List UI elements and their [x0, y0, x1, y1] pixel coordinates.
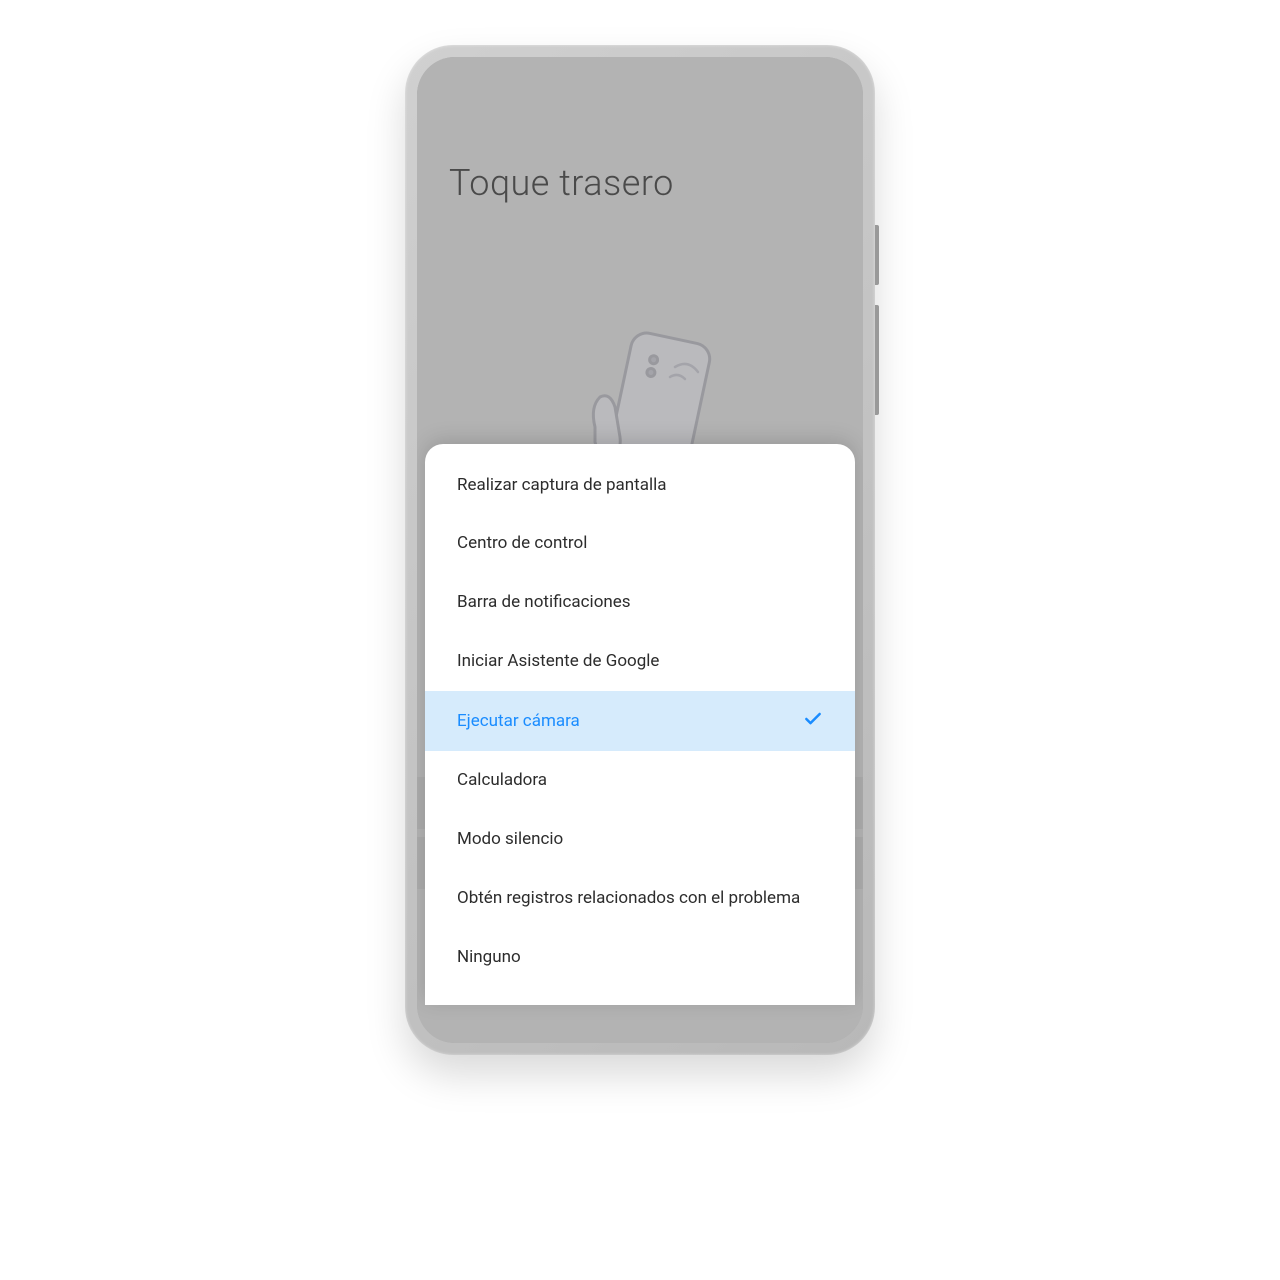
option-calculator[interactable]: Calculadora: [425, 751, 855, 810]
option-label: Realizar captura de pantalla: [457, 474, 667, 497]
phone-screen: Toque trasero Rea: [417, 57, 863, 1043]
settings-page: Toque trasero Rea: [417, 57, 863, 1043]
option-label: Calculadora: [457, 769, 547, 792]
phone-side-button: [875, 305, 879, 415]
option-none[interactable]: Ninguno: [425, 928, 855, 987]
modal-overlay: Realizar captura de pantalla Centro de c…: [417, 57, 863, 1043]
option-get-logs[interactable]: Obtén registros relacionados con el prob…: [425, 869, 855, 928]
phone-side-button: [875, 225, 879, 285]
option-label: Modo silencio: [457, 828, 563, 851]
action-picker-sheet: Realizar captura de pantalla Centro de c…: [425, 444, 855, 1006]
option-label: Obtén registros relacionados con el prob…: [457, 887, 800, 910]
phone-frame: Toque trasero Rea: [405, 45, 875, 1055]
option-camera[interactable]: Ejecutar cámara: [425, 691, 855, 751]
option-silent-mode[interactable]: Modo silencio: [425, 810, 855, 869]
checkmark-icon: [803, 709, 823, 733]
option-screenshot[interactable]: Realizar captura de pantalla: [425, 456, 855, 515]
option-label: Iniciar Asistente de Google: [457, 650, 659, 673]
option-label: Ejecutar cámara: [457, 710, 580, 733]
option-label: Ninguno: [457, 946, 521, 969]
option-notification-bar[interactable]: Barra de notificaciones: [425, 573, 855, 632]
option-google-assistant[interactable]: Iniciar Asistente de Google: [425, 632, 855, 691]
option-label: Centro de control: [457, 532, 587, 555]
option-control-center[interactable]: Centro de control: [425, 514, 855, 573]
option-label: Barra de notificaciones: [457, 591, 631, 614]
